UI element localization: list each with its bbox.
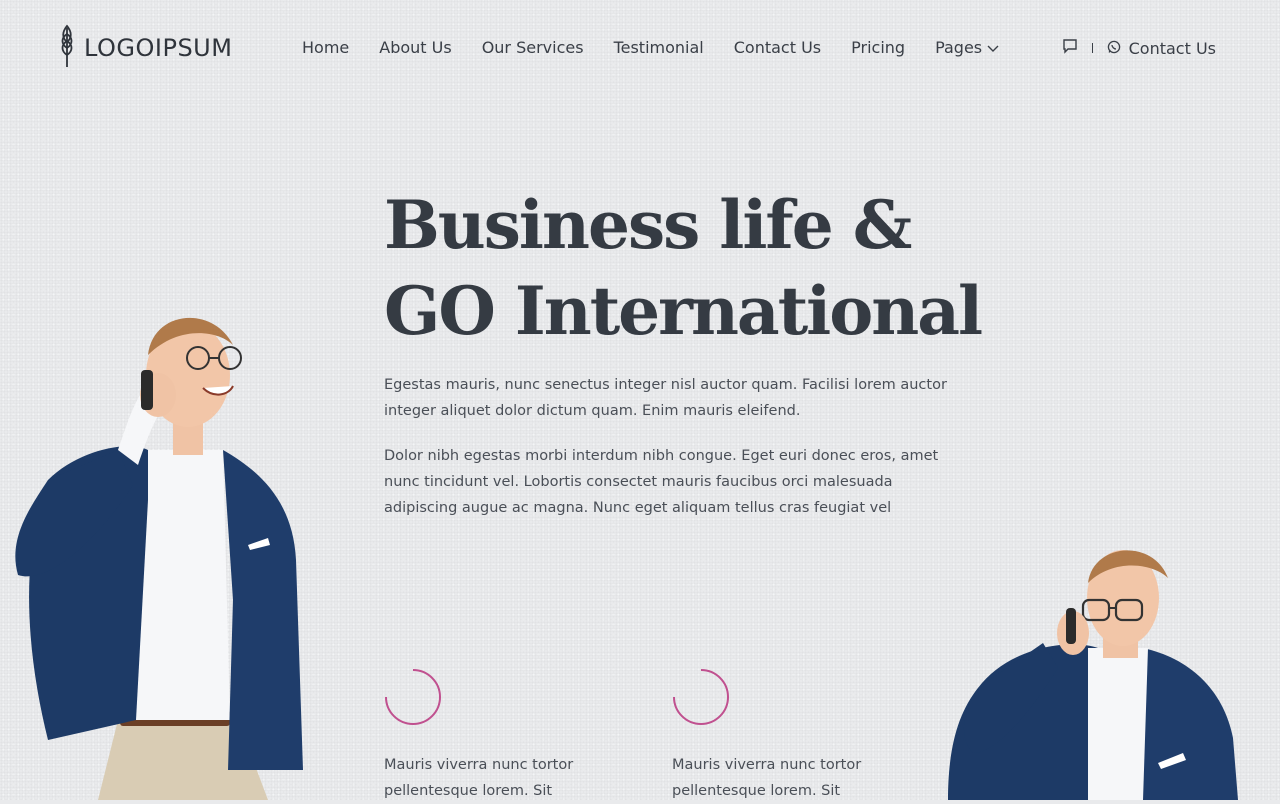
whatsapp-icon xyxy=(1107,39,1121,58)
site-header: LOGOIPSUM Home About Us Our Services Tes… xyxy=(0,0,1280,98)
hero-paragraph-2: Dolor nibh egestas morbi interdum nibh c… xyxy=(384,448,939,516)
feature-text: Mauris viverra nunc tortor pellentesque … xyxy=(672,757,862,799)
nav-testimonial[interactable]: Testimonial xyxy=(614,38,704,57)
feature-item: Mauris viverra nunc tortor pellentesque … xyxy=(672,668,892,804)
main-nav: Home About Us Our Services Testimonial C… xyxy=(302,38,999,57)
nav-pages-dropdown[interactable]: Pages xyxy=(935,38,999,57)
header-actions: Contact Us xyxy=(1062,38,1216,58)
nav-home[interactable]: Home xyxy=(302,38,349,57)
hero-paragraph-1: Egestas mauris, nunc senectus integer ni… xyxy=(384,377,947,419)
wheat-leaf-icon xyxy=(58,24,76,72)
hero-title-line-1: Business life & xyxy=(384,186,912,264)
nav-contact-us[interactable]: Contact Us xyxy=(734,38,821,57)
nav-pages-label: Pages xyxy=(935,38,983,57)
feature-text: Mauris viverra nunc tortor pellentesque … xyxy=(384,757,574,799)
businessman-image-left xyxy=(15,317,303,800)
chat-bubble-icon[interactable] xyxy=(1062,38,1078,58)
contact-us-label: Contact Us xyxy=(1128,38,1216,58)
nav-our-services[interactable]: Our Services xyxy=(482,38,584,57)
hero-title: Business life & GO International xyxy=(384,182,1024,354)
chevron-down-icon xyxy=(987,38,999,57)
contact-us-link[interactable]: Contact Us xyxy=(1107,39,1216,58)
nav-about-us[interactable]: About Us xyxy=(379,38,451,57)
logo[interactable]: LOGOIPSUM xyxy=(58,24,232,72)
feature-item: Mauris viverra nunc tortor pellentesque … xyxy=(384,668,604,804)
header-divider xyxy=(1091,43,1093,53)
businessman-image-right xyxy=(948,550,1238,800)
progress-ring-icon xyxy=(673,669,729,725)
nav-pricing[interactable]: Pricing xyxy=(851,38,905,57)
progress-ring-icon xyxy=(385,669,441,725)
logo-text: LOGOIPSUM xyxy=(84,34,233,62)
hero-title-line-2: GO International xyxy=(384,272,983,350)
